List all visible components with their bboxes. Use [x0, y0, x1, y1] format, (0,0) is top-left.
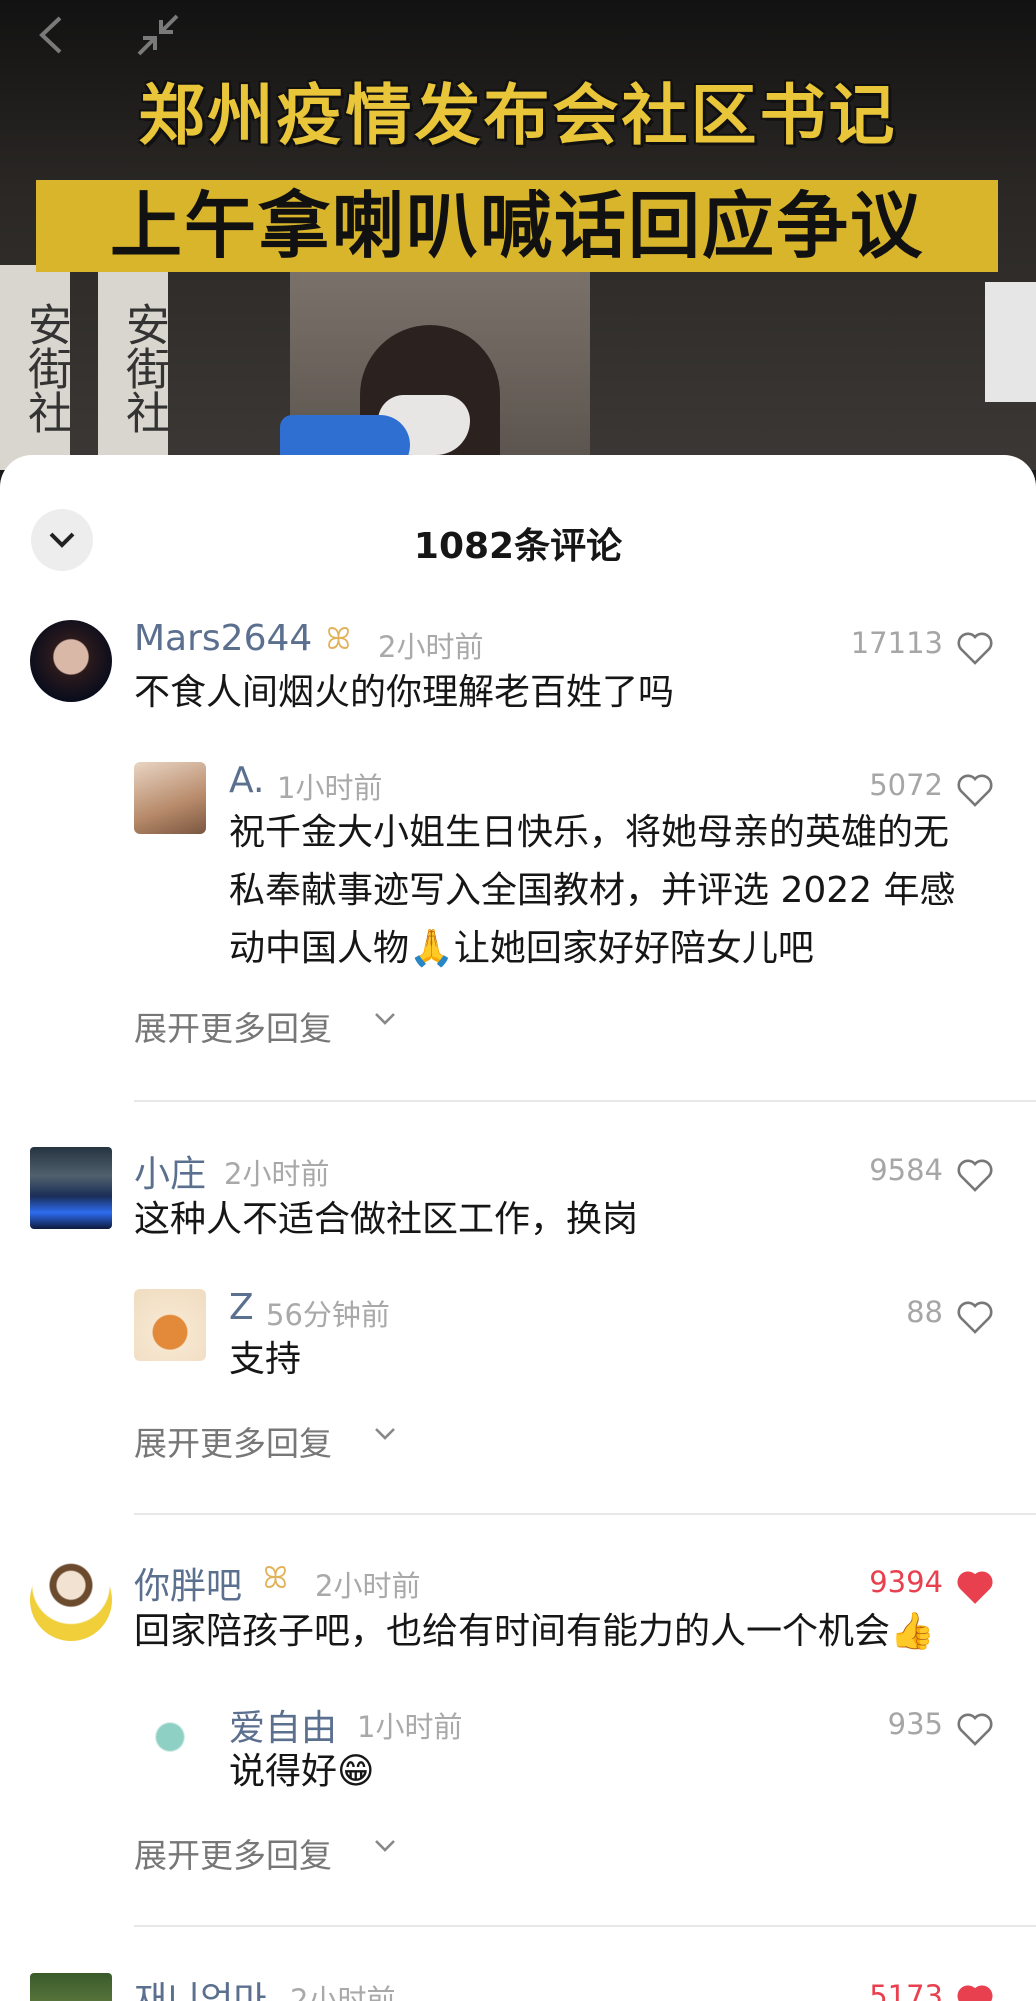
avatar[interactable] [30, 620, 112, 702]
comment-text: 不食人间烟火的你理解老百姓了吗 [134, 672, 675, 713]
video-sign-right: 安街社 [98, 265, 169, 470]
reply-like-count: 5072 [869, 768, 943, 802]
comment-time: 2小时前 [290, 1983, 396, 2001]
reply-text-line: 支持 [229, 1339, 302, 1380]
reply-avatar[interactable] [134, 762, 206, 834]
comment-text: 回家陪孩子吧，也给有时间有能力的人一个机会👍 [134, 1611, 935, 1652]
chevron-down-icon [375, 1428, 395, 1440]
shrink-button[interactable] [135, 12, 181, 58]
reply-username[interactable]: A. [229, 760, 264, 801]
avatar[interactable] [30, 1147, 112, 1229]
chevron-left-icon [39, 16, 62, 54]
reply-time: 1小时前 [357, 1710, 463, 1744]
comment-divider [134, 1100, 1036, 1102]
shrink-arrows-icon [137, 14, 179, 56]
expand-more-replies[interactable]: 展开更多回复 [134, 1417, 395, 1465]
like-count: 17113 [850, 626, 943, 660]
back-button[interactable] [34, 14, 70, 54]
comment-time: 2小时前 [315, 1569, 421, 1603]
like-count: 9584 [869, 1153, 943, 1187]
video-headline-line1: 郑州疫情发布会社区书记 [138, 77, 898, 154]
reply-text-line: 说得好😁 [229, 1751, 375, 1792]
user-badge-icon: ꕤ [263, 1561, 288, 1596]
heart-icon[interactable] [955, 628, 995, 668]
comment-text: 这种人不适合做社区工作，换岗 [134, 1199, 639, 1240]
comment-username[interactable]: 你胖吧 [134, 1557, 242, 1609]
reply-text-line: 动中国人物🙏让她回家好好陪女儿吧 [229, 928, 814, 969]
reply-avatar[interactable] [134, 1289, 206, 1361]
heart-icon[interactable] [955, 1709, 995, 1749]
expand-more-label: 展开更多回复 [134, 1424, 332, 1463]
comment-time: 2小时前 [378, 630, 484, 664]
reply-avatar[interactable] [134, 1701, 206, 1773]
reply-like-count: 88 [906, 1295, 943, 1329]
comment-time: 2小时前 [224, 1157, 330, 1191]
reply-time: 56分钟前 [266, 1298, 390, 1332]
avatar[interactable] [30, 1559, 112, 1641]
heart-filled-icon[interactable] [955, 1567, 995, 1607]
expand-more-label: 展开更多回复 [134, 1836, 332, 1875]
reply-text-line: 祝千金大小姐生日快乐，将她母亲的英雄的无 [229, 812, 950, 853]
heart-icon[interactable] [955, 1155, 995, 1195]
reply-like-count: 935 [887, 1707, 943, 1741]
chevron-down-icon [375, 1840, 395, 1852]
video-sign-left: 安街社 [0, 265, 71, 470]
expand-more-replies[interactable]: 展开更多回复 [134, 1002, 395, 1050]
reply-username[interactable]: Z [229, 1287, 254, 1328]
video-qr-poster [985, 282, 1036, 402]
like-count: 9394 [869, 1565, 943, 1599]
heart-icon[interactable] [955, 1297, 995, 1337]
reply-time: 1小时前 [277, 771, 383, 805]
reply-text-line: 私奉献事迹写入全国教材，并评选 2022 年感 [229, 870, 956, 911]
comments-sheet: 1082条评论 Mars2644 ꕤ 2小时前 17113 不食人间烟火的你理解… [0, 455, 1036, 2001]
comment-divider [134, 1925, 1036, 1927]
expand-more-label: 展开更多回复 [134, 1009, 332, 1048]
video-player[interactable]: 安街社 安街社 郑州疫情发布会社区书记 上午拿喇叭喊话回应争议 [0, 0, 1036, 470]
chevron-down-icon [375, 1013, 395, 1025]
comments-count-title: 1082条评论 [413, 526, 623, 567]
like-count: 5173 [869, 1979, 943, 2001]
comment-username[interactable]: Mars2644 [134, 618, 312, 659]
avatar[interactable] [30, 1973, 112, 2001]
comment-username[interactable]: 재니엄마 [134, 1971, 266, 2001]
expand-more-replies[interactable]: 展开更多回复 [134, 1829, 395, 1877]
comment-username[interactable]: 小庄 [134, 1145, 206, 1197]
heart-filled-icon[interactable] [955, 1981, 995, 2001]
user-badge-icon: ꕤ [326, 622, 351, 657]
comment-divider [134, 1513, 1036, 1515]
video-headline-line2: 上午拿喇叭喊话回应争议 [109, 184, 924, 268]
heart-icon[interactable] [955, 770, 995, 810]
